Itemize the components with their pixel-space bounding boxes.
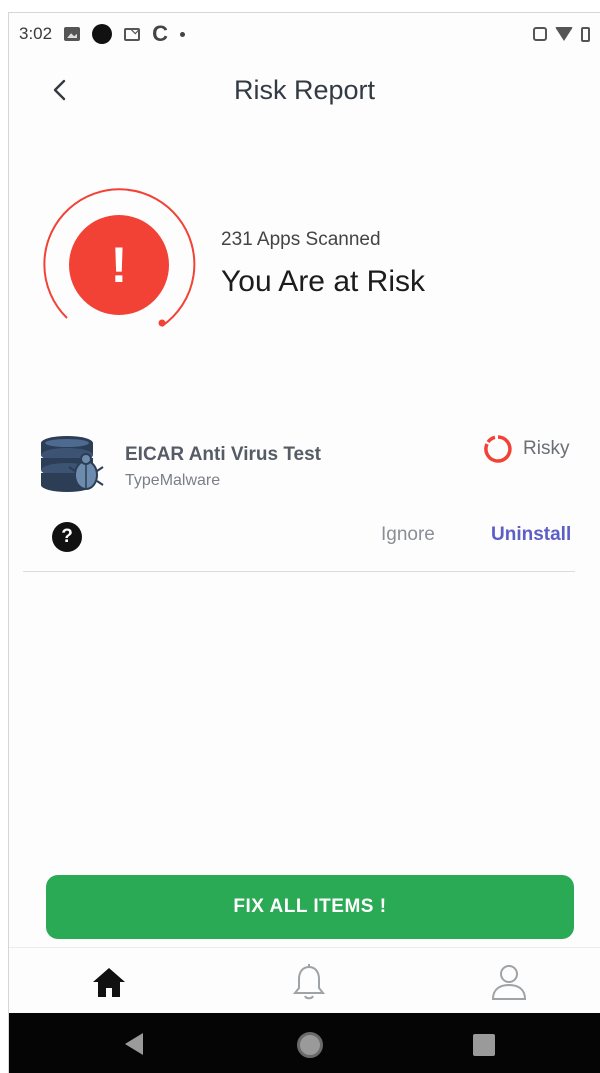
nav-alerts[interactable] xyxy=(287,962,331,1002)
vibrate-icon xyxy=(533,27,547,41)
uninstall-button[interactable]: Uninstall xyxy=(491,524,571,546)
risk-status-title: You Are at Risk xyxy=(221,265,426,298)
user-icon xyxy=(491,965,527,1000)
photo-icon xyxy=(64,27,81,41)
app-name: EICAR Anti Virus Test xyxy=(125,444,322,465)
nav-home[interactable] xyxy=(87,962,131,1002)
home-icon xyxy=(93,968,125,997)
status-left: 3:02 C xyxy=(19,23,185,45)
help-icon[interactable]: ? xyxy=(52,522,82,552)
record-dot-icon xyxy=(92,24,113,44)
divider xyxy=(23,571,575,572)
ignore-button[interactable]: Ignore xyxy=(381,524,435,546)
risk-gauge: ! xyxy=(39,185,199,345)
phone-screen: 3:02 C Risk Report ! 231 Apps Scanned Yo… xyxy=(8,12,600,1073)
fix-all-button[interactable]: FIX ALL ITEMS ! xyxy=(46,875,574,939)
malware-database-icon xyxy=(41,436,104,492)
apps-scanned-count: 231 Apps Scanned xyxy=(221,229,381,250)
mail-icon xyxy=(124,27,141,41)
app-header: Risk Report xyxy=(9,65,600,115)
dot-icon xyxy=(179,31,185,37)
system-home-icon[interactable] xyxy=(297,1032,323,1058)
battery-icon xyxy=(581,26,590,42)
bell-icon xyxy=(292,964,326,1000)
chevron-left-icon xyxy=(53,79,66,101)
wifi-icon xyxy=(555,27,573,41)
page-title: Risk Report xyxy=(233,74,376,105)
back-button[interactable] xyxy=(47,77,73,103)
c-icon: C xyxy=(152,21,168,46)
system-back-icon[interactable] xyxy=(125,1033,143,1055)
system-recents-icon[interactable] xyxy=(473,1034,495,1056)
exclamation-icon: ! xyxy=(110,237,128,293)
status-right xyxy=(533,26,590,42)
risk-status: Risky xyxy=(483,434,569,464)
system-nav-bar xyxy=(9,1013,600,1073)
bottom-nav xyxy=(9,947,600,1013)
status-time: 3:02 xyxy=(19,24,53,43)
app-type: TypeMalware xyxy=(125,472,221,489)
status-bar: 3:02 C xyxy=(9,13,600,55)
nav-profile[interactable] xyxy=(487,962,531,1002)
risk-ring-icon xyxy=(484,435,512,463)
risk-label: Risky xyxy=(523,438,570,459)
